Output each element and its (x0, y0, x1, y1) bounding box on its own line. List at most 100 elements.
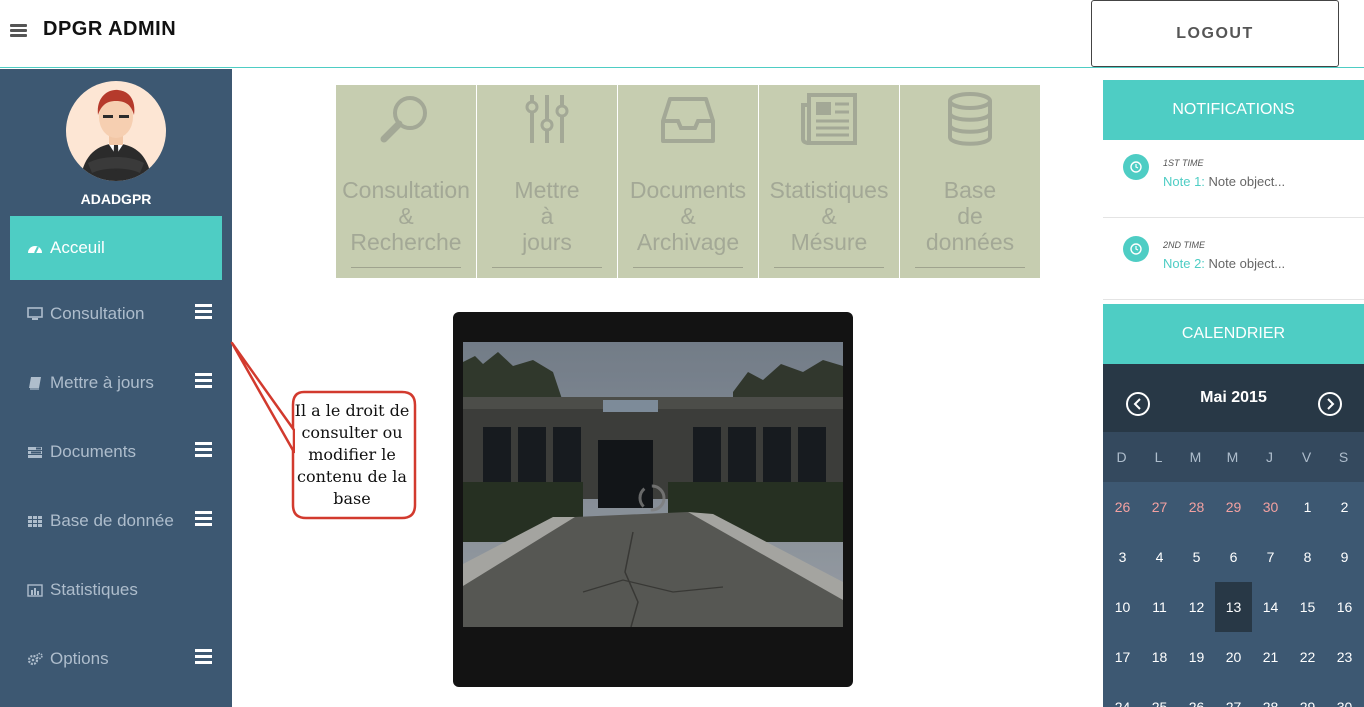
sidebar-item-base-de-donnee[interactable]: Base de donnée (10, 489, 222, 553)
brand-title: DPGR ADMIN (43, 18, 177, 40)
calendar-day[interactable]: 21 (1252, 632, 1289, 682)
clock-icon (1123, 236, 1149, 262)
clock-icon (1123, 154, 1149, 180)
calendar-day[interactable]: 28 (1178, 482, 1215, 532)
search-icon (336, 91, 476, 151)
chevron-right-icon[interactable] (1317, 391, 1343, 417)
calendar-weekdays: DLMMJVS (1103, 432, 1364, 482)
calendar-day[interactable]: 20 (1215, 632, 1252, 682)
calendar-day[interactable]: 8 (1289, 532, 1326, 582)
tile-consultation-recherche[interactable]: Consultation & Recherche (336, 85, 476, 278)
calendar-day[interactable]: 23 (1326, 632, 1363, 682)
notification-time: 1ST TIME (1163, 158, 1204, 168)
calendar-day[interactable]: 7 (1252, 532, 1289, 582)
inbox-icon (618, 91, 758, 151)
image-slider[interactable] (453, 312, 853, 687)
tile-label: Mettre à jours (514, 177, 580, 255)
annotation-callout-text: Il a le droit de consulter ou modifier l… (294, 401, 410, 508)
avatar (66, 81, 166, 181)
cogs-icon (24, 652, 46, 666)
calendar-day[interactable]: 6 (1215, 532, 1252, 582)
calendar-day[interactable]: 11 (1141, 582, 1178, 632)
calendar-day[interactable]: 28 (1252, 682, 1289, 707)
calendar-weekday-label: D (1116, 449, 1127, 465)
submenu-icon[interactable] (195, 649, 212, 664)
calendar-nav: Mai 2015 (1103, 364, 1364, 432)
calendar-day[interactable]: 12 (1178, 582, 1215, 632)
sidebar-item-label: Acceuil (50, 238, 105, 257)
calendar-day[interactable]: 3 (1104, 532, 1141, 582)
bar-chart-icon (24, 583, 46, 597)
calendar-day[interactable]: 19 (1178, 632, 1215, 682)
sidebar-item-consultation[interactable]: Consultation (10, 282, 222, 346)
sidebar-item-label: Mettre à jours (50, 373, 154, 392)
newspaper-icon (759, 91, 899, 151)
calendar-day[interactable]: 25 (1141, 682, 1178, 707)
building-photo (463, 342, 843, 627)
sidebar-item-acceuil[interactable]: Acceuil (10, 216, 222, 280)
calendar-day[interactable]: 4 (1141, 532, 1178, 582)
calendar-day[interactable]: 18 (1141, 632, 1178, 682)
sidebar-item-statistiques[interactable]: Statistiques (10, 558, 222, 622)
submenu-icon[interactable] (195, 373, 212, 388)
calendar-day[interactable]: 26 (1104, 482, 1141, 532)
submenu-icon[interactable] (195, 442, 212, 457)
notification-text: Note 2: Note object... (1163, 256, 1286, 271)
notification-item[interactable]: 2ND TIME Note 2: Note object... (1103, 222, 1364, 300)
top-bar: DPGR ADMIN LOGOUT (0, 0, 1364, 68)
submenu-icon[interactable] (195, 304, 212, 319)
calendar-day[interactable]: 27 (1141, 482, 1178, 532)
dashboard-icon (24, 241, 46, 255)
calendar-day[interactable]: 17 (1104, 632, 1141, 682)
book-icon (24, 376, 46, 390)
sidebar-item-label: Base de donnée (50, 511, 174, 530)
calendar-day[interactable]: 13 (1215, 582, 1252, 632)
notification-text: Note 1: Note object... (1163, 174, 1286, 189)
desktop-icon (24, 307, 46, 321)
calendar-day[interactable]: 16 (1326, 582, 1363, 632)
calendar-day[interactable]: 2 (1326, 482, 1363, 532)
calendar-day[interactable]: 30 (1252, 482, 1289, 532)
calendar-day[interactable]: 9 (1326, 532, 1363, 582)
calendar-day[interactable]: 24 (1104, 682, 1141, 707)
calendar-day[interactable]: 29 (1215, 482, 1252, 532)
calendar-day[interactable]: 22 (1289, 632, 1326, 682)
table-icon (24, 515, 46, 528)
sliders-icon (477, 91, 617, 151)
calendar-weekday-label: V (1301, 449, 1312, 465)
notification-time: 2ND TIME (1163, 240, 1206, 250)
tile-label: Documents & Archivage (629, 177, 747, 255)
calendar-weekday-label: S (1338, 449, 1349, 465)
calendar-day[interactable]: 5 (1178, 532, 1215, 582)
calendar-day[interactable]: 10 (1104, 582, 1141, 632)
username: ADADGPR (80, 191, 152, 207)
logout-button[interactable]: LOGOUT (1091, 0, 1339, 67)
sidebar-item-label: Options (50, 649, 109, 668)
calendar-day[interactable]: 30 (1326, 682, 1363, 707)
sidebar-toggle-icon[interactable] (10, 24, 27, 37)
calendar-day[interactable]: 15 (1289, 582, 1326, 632)
tile-documents-archivage[interactable]: Documents & Archivage (618, 85, 758, 278)
calendar-day[interactable]: 26 (1178, 682, 1215, 707)
notifications-header: NOTIFICATIONS (1103, 80, 1364, 140)
calendar-weekday-label: L (1154, 449, 1163, 465)
tile-base-de-donnees[interactable]: Base de données (900, 85, 1040, 278)
calendar-day[interactable]: 29 (1289, 682, 1326, 707)
tile-mettre-a-jours[interactable]: Mettre à jours (477, 85, 617, 278)
calendar-day[interactable]: 14 (1252, 582, 1289, 632)
sidebar-item-options[interactable]: Options (10, 627, 222, 691)
calendar-day[interactable]: 1 (1289, 482, 1326, 532)
sidebar-item-label: Consultation (50, 304, 145, 323)
sidebar-item-documents[interactable]: Documents (10, 420, 222, 484)
submenu-icon[interactable] (195, 511, 212, 526)
sidebar: ADADGPR Acceuil Consultation Mettre à jo… (0, 69, 232, 707)
calendar-header: CALENDRIER (1103, 304, 1364, 364)
calendar: Mai 2015 DLMMJVS 26 27 28 29 30 1 2 3 4 5 6 7 8 9 10 11… (1103, 364, 1364, 707)
tasks-icon (24, 446, 46, 459)
tile-label: Base de données (925, 177, 1015, 255)
tile-statistiques-mesure[interactable]: Statistiques & Mésure (759, 85, 899, 278)
notification-item[interactable]: 1ST TIME Note 1: Note object... (1103, 140, 1364, 218)
calendar-day[interactable]: 27 (1215, 682, 1252, 707)
sidebar-item-mettre-a-jours[interactable]: Mettre à jours (10, 351, 222, 415)
tile-label: Consultation & Recherche (342, 177, 470, 255)
